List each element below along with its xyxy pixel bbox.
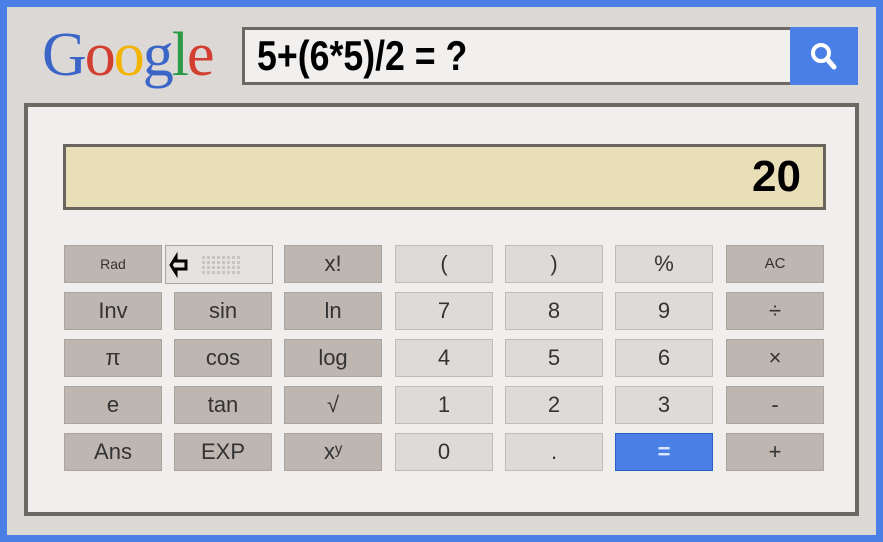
key-equals[interactable]: = xyxy=(615,433,713,471)
search-button[interactable] xyxy=(790,27,858,85)
logo-letter: e xyxy=(187,21,214,89)
key-2[interactable]: 2 xyxy=(505,386,603,424)
key-percent[interactable]: % xyxy=(615,245,713,283)
calculator-display: 20 xyxy=(63,144,826,210)
search-input[interactable]: 5+(6*5)/2 = ? xyxy=(242,27,790,85)
key-AC[interactable]: AC xyxy=(726,245,824,283)
search-icon xyxy=(811,43,837,70)
key-minus[interactable]: - xyxy=(726,386,824,424)
key-ln[interactable]: ln xyxy=(284,292,382,330)
key-log[interactable]: log xyxy=(284,339,382,377)
key-1[interactable]: 1 xyxy=(395,386,493,424)
key-EXP[interactable]: EXP xyxy=(174,433,272,471)
arrow-left-icon xyxy=(169,251,240,279)
logo-letter: G xyxy=(42,21,87,89)
key-0[interactable]: 0 xyxy=(395,433,493,471)
key-6[interactable]: 6 xyxy=(615,339,713,377)
key-7[interactable]: 7 xyxy=(395,292,493,330)
key-x[interactable]: xʸ xyxy=(284,433,382,471)
key-Inv[interactable]: Inv xyxy=(64,292,162,330)
key-plus[interactable]: + xyxy=(726,433,824,471)
key-9[interactable]: 9 xyxy=(615,292,713,330)
key-pi[interactable]: π xyxy=(64,339,162,377)
key-tan[interactable]: tan xyxy=(174,386,272,424)
search-query: 5+(6*5)/2 = ? xyxy=(257,32,468,79)
key-cos[interactable]: cos xyxy=(174,339,272,377)
key-Rad[interactable]: Rad xyxy=(64,245,162,283)
google-logo: Google xyxy=(42,20,215,90)
key-3[interactable]: 3 xyxy=(615,386,713,424)
key-4[interactable]: 4 xyxy=(395,339,493,377)
key-e[interactable]: e xyxy=(64,386,162,424)
key-Ans[interactable]: Ans xyxy=(64,433,162,471)
key-rparen[interactable]: ) xyxy=(505,245,603,283)
key-lparen[interactable]: ( xyxy=(395,245,493,283)
key-x[interactable]: x! xyxy=(284,245,382,283)
key-multiply[interactable]: × xyxy=(726,339,824,377)
logo-letter: o xyxy=(113,21,145,89)
key-sqrt[interactable]: √ xyxy=(284,386,382,424)
logo-letter: o xyxy=(84,21,116,89)
key-divide[interactable]: ÷ xyxy=(726,292,824,330)
logo-letter: l xyxy=(171,21,189,89)
key-8[interactable]: 8 xyxy=(505,292,603,330)
logo-letter: g xyxy=(142,21,174,89)
key-dot[interactable]: . xyxy=(505,433,603,471)
key-sin[interactable]: sin xyxy=(174,292,272,330)
angle-toggle-switch[interactable] xyxy=(165,245,273,284)
key-5[interactable]: 5 xyxy=(505,339,603,377)
